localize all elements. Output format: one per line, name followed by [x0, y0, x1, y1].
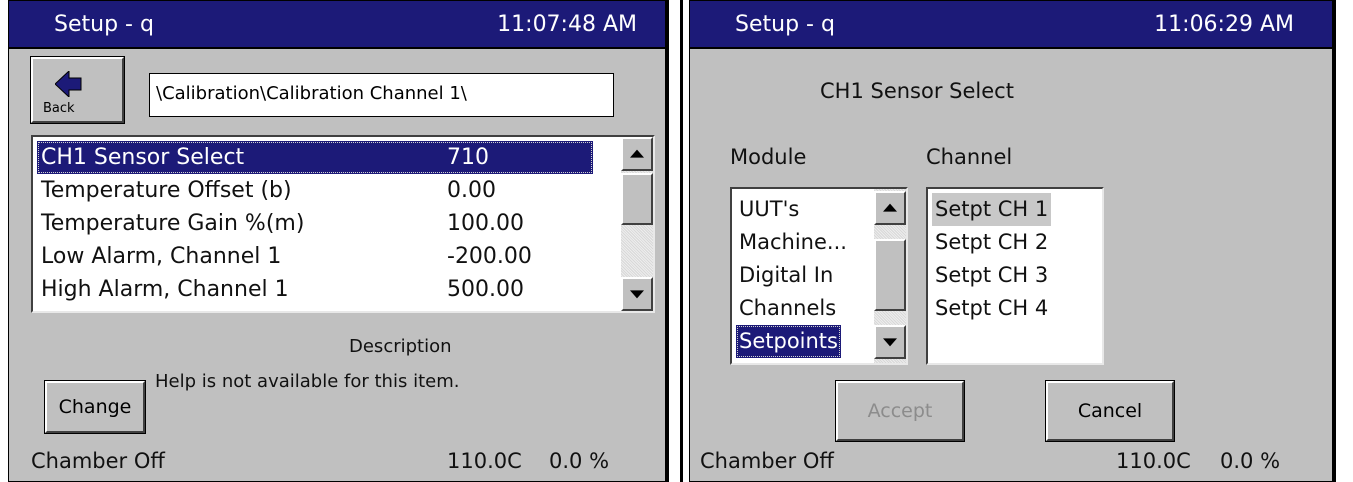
cancel-button[interactable]: Cancel [1045, 380, 1175, 442]
title-bar: Setup - q 11:06:29 AM [690, 1, 1332, 49]
dialog-heading: CH1 Sensor Select [820, 79, 1014, 103]
scroll-down-button[interactable] [874, 325, 906, 359]
module-list[interactable]: UUT's Machine... Digital In Channels Set… [730, 187, 908, 365]
arrow-down-icon [883, 338, 897, 347]
chamber-status: Chamber Off [700, 449, 834, 473]
list-item-ch1-sensor-select[interactable]: CH1 Sensor Select 710 [37, 141, 593, 174]
scroll-up-button[interactable] [621, 137, 653, 171]
chamber-temperature: 110.0C [447, 449, 522, 473]
arrow-down-icon [630, 290, 644, 299]
setup-screen-calibration: Setup - q 11:07:48 AM Back \Calibration\… [8, 0, 666, 482]
divider [666, 0, 669, 482]
channel-item-setpt-ch3[interactable]: Setpt CH 3 [932, 259, 1051, 292]
channel-item-setpt-ch1[interactable]: Setpt CH 1 [932, 193, 1052, 226]
item-value: 100.00 [447, 211, 524, 236]
module-item-digital-in[interactable]: Digital In [736, 259, 836, 292]
chamber-temperature: 110.0C [1116, 449, 1191, 473]
list-scrollbar[interactable] [621, 137, 653, 311]
back-button[interactable]: Back [30, 56, 125, 124]
channel-list[interactable]: Setpt CH 1 Setpt CH 2 Setpt CH 3 Setpt C… [926, 187, 1104, 365]
chamber-status: Chamber Off [31, 449, 165, 473]
item-value: -200.00 [447, 244, 532, 269]
channel-item-setpt-ch4[interactable]: Setpt CH 4 [932, 292, 1051, 325]
divider [680, 0, 683, 482]
item-name: CH1 Sensor Select [41, 145, 245, 170]
item-value: 710 [447, 145, 489, 170]
change-button[interactable]: Change [44, 380, 146, 434]
window-title: Setup - q [54, 12, 154, 37]
list-item-temperature-gain[interactable]: Temperature Gain %(m) 100.00 [37, 207, 593, 240]
clock: 11:06:29 AM [1154, 12, 1294, 37]
settings-list[interactable]: CH1 Sensor Select 710 Temperature Offset… [31, 135, 655, 313]
list-item-high-alarm[interactable]: High Alarm, Channel 1 500.00 [37, 273, 593, 306]
divider [1333, 0, 1336, 482]
window-title: Setup - q [735, 12, 835, 37]
scroll-thumb[interactable] [621, 173, 653, 225]
item-name: Temperature Offset (b) [41, 178, 292, 203]
arrow-up-icon [630, 149, 644, 158]
description-title: Description [349, 336, 452, 357]
chamber-percent: 0.0 % [549, 449, 610, 473]
arrow-up-icon [883, 203, 897, 212]
module-item-channels[interactable]: Channels [736, 292, 839, 325]
channel-label: Channel [926, 145, 1013, 169]
list-item-temperature-offset[interactable]: Temperature Offset (b) 0.00 [37, 174, 593, 207]
item-name: High Alarm, Channel 1 [41, 277, 289, 302]
module-item-setpoints[interactable]: Setpoints [736, 325, 841, 358]
item-value: 0.00 [447, 178, 496, 203]
sensor-select-dialog: Setup - q 11:06:29 AM CH1 Sensor Select … [689, 0, 1333, 482]
module-item-uuts[interactable]: UUT's [736, 193, 802, 226]
scroll-up-button[interactable] [874, 191, 906, 225]
accept-button[interactable]: Accept [835, 380, 965, 442]
back-label: Back [43, 101, 75, 116]
module-scrollbar[interactable] [874, 189, 906, 363]
clock: 11:07:48 AM [497, 12, 637, 37]
item-name: Temperature Gain %(m) [41, 211, 305, 236]
module-label: Module [730, 145, 807, 169]
chamber-percent: 0.0 % [1220, 449, 1281, 473]
module-item-machine[interactable]: Machine... [736, 226, 850, 259]
description-text: Help is not available for this item. [155, 371, 460, 392]
path-field: \Calibration\Calibration Channel 1\ [149, 73, 614, 117]
channel-item-setpt-ch2[interactable]: Setpt CH 2 [932, 226, 1051, 259]
scroll-down-button[interactable] [621, 277, 653, 311]
back-arrow-icon [55, 71, 82, 97]
title-bar: Setup - q 11:07:48 AM [9, 1, 665, 49]
scroll-thumb[interactable] [874, 239, 906, 311]
list-item-low-alarm[interactable]: Low Alarm, Channel 1 -200.00 [37, 240, 593, 273]
item-value: 500.00 [447, 277, 524, 302]
item-name: Low Alarm, Channel 1 [41, 244, 282, 269]
